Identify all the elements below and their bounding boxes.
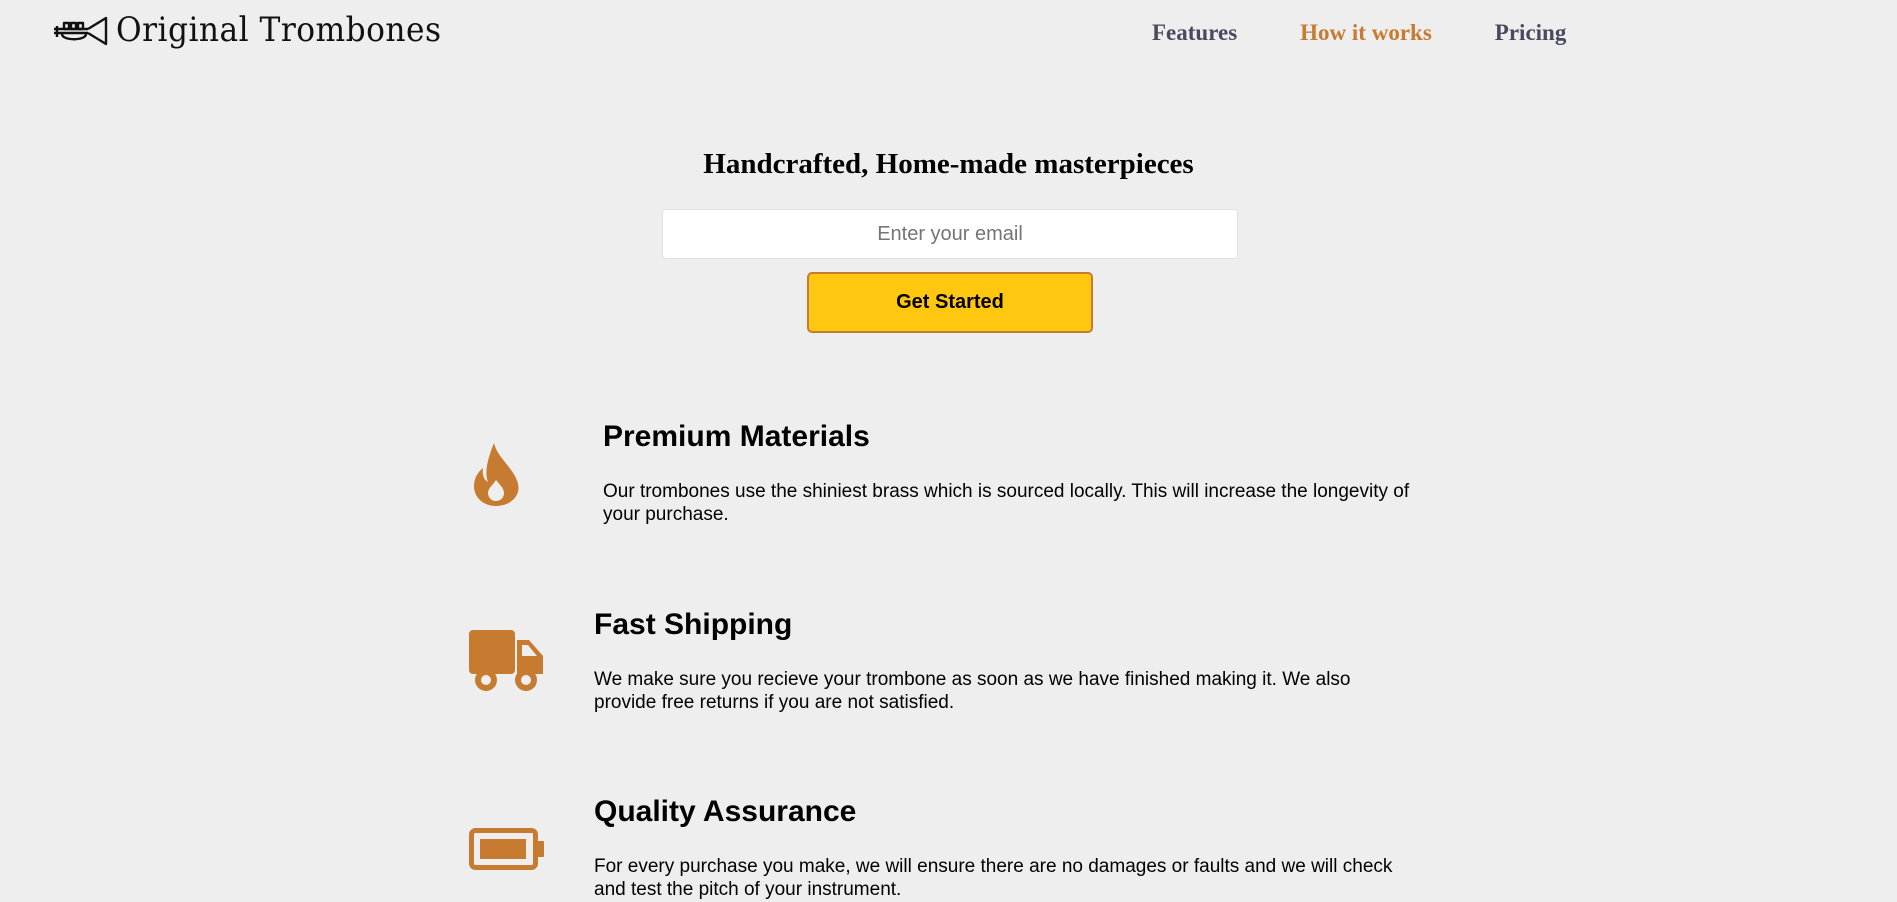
fire-icon <box>472 442 520 511</box>
nav-link-features[interactable]: Features <box>1152 20 1237 46</box>
feature-description: For every purchase you make, we will ens… <box>594 856 1393 900</box>
get-started-button[interactable]: Get Started <box>807 272 1093 333</box>
brand-name: Original Trombones <box>116 10 442 50</box>
nav-link-pricing[interactable]: Pricing <box>1495 20 1567 46</box>
email-input[interactable] <box>662 209 1238 259</box>
hero-title: Handcrafted, Home-made masterpieces <box>703 148 1194 180</box>
site-header: Original Trombones Features How it works… <box>0 0 1897 70</box>
battery-icon <box>469 828 545 875</box>
truck-icon <box>469 630 545 697</box>
brand-logo[interactable]: Original Trombones <box>52 10 470 50</box>
trumpet-icon <box>52 10 108 50</box>
nav-link-how-it-works[interactable]: How it works <box>1300 20 1432 46</box>
feature-title: Premium Materials <box>603 420 870 453</box>
feature-title: Fast Shipping <box>594 608 793 641</box>
main-nav: Features How it works Pricing <box>1152 20 1566 46</box>
feature-description: We make sure you recieve your trombone a… <box>594 669 1351 713</box>
feature-title: Quality Assurance <box>594 795 857 828</box>
feature-description: Our trombones use the shiniest brass whi… <box>603 481 1410 525</box>
